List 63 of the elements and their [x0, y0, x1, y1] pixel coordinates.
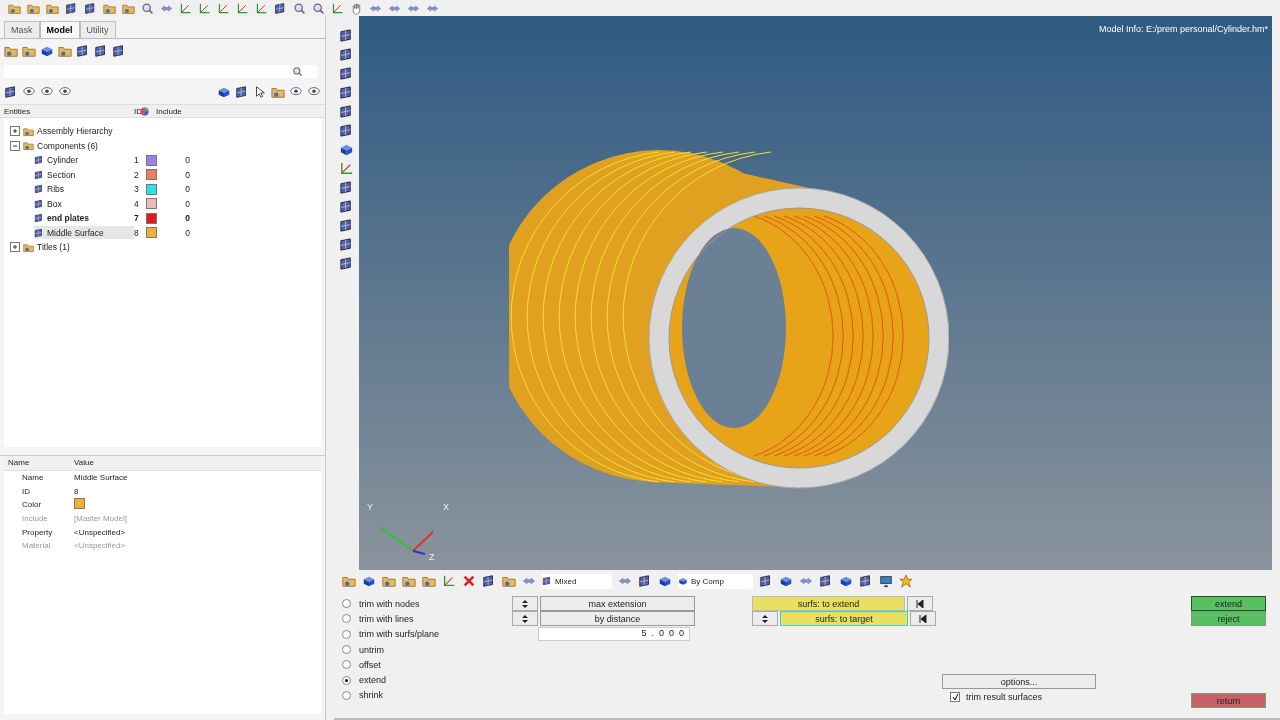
include-cell-text: 0: [184, 155, 190, 166]
property-name: Color: [21, 500, 43, 510]
property-value: 8: [74, 486, 80, 496]
axis-label: Y: [367, 502, 373, 512]
property-name: Name: [21, 473, 45, 483]
selector-dropdown[interactable]: By Comp: [678, 573, 753, 589]
radio-label[interactable]: offset: [359, 659, 381, 670]
property-name: Property: [21, 527, 54, 537]
component-item[interactable]: Section: [34, 168, 134, 182]
component-item[interactable]: Middle Surface: [34, 226, 134, 240]
collector-button[interactable]: surfs: to target: [780, 611, 908, 627]
method-button[interactable]: max extension: [540, 596, 695, 612]
method-button[interactable]: by distance: [540, 611, 695, 627]
property-value: Middle Surface: [74, 473, 129, 483]
axis-label: X: [443, 502, 449, 512]
model-viewport[interactable]: Model Info: E:/prem personal/Cylinder.hm* Y X Z: [359, 16, 1272, 570]
property-name: Include: [21, 514, 49, 524]
property-value: <Unspecified>: [74, 541, 127, 551]
panel-tab[interactable]: Utility: [79, 21, 116, 38]
property-name: ID: [21, 486, 31, 496]
id-cell-text: 4: [134, 198, 140, 209]
column-header[interactable]: Name: [4, 458, 74, 468]
radio-label[interactable]: extend: [359, 675, 387, 686]
action-button[interactable]: return: [1191, 693, 1266, 708]
column-header[interactable]: Entities: [0, 106, 130, 116]
radio-label[interactable]: trim with lines: [359, 613, 414, 624]
action-button[interactable]: extend: [1191, 596, 1266, 611]
include-cell-text: 0: [184, 198, 190, 209]
id-cell-text: 3: [134, 184, 140, 195]
model-info: Model Info: E:/prem personal/Cylinder.hm*: [1098, 24, 1268, 34]
id-cell-text: 2: [134, 169, 140, 180]
include-cell-text: 0: [184, 227, 190, 238]
distance-field[interactable]: 5.000: [538, 627, 690, 642]
component-item[interactable]: Box: [34, 197, 134, 211]
column-header[interactable]: Value: [74, 458, 321, 468]
component-item[interactable]: Ribs: [34, 182, 134, 196]
tree-item[interactable]: Components (6): [37, 140, 98, 151]
collector-button[interactable]: surfs: to extend: [752, 596, 905, 612]
radio-label[interactable]: shrink: [359, 690, 383, 701]
id-cell-text: 8: [134, 227, 140, 238]
include-cell-text: 0: [184, 169, 190, 180]
tree-item[interactable]: Titles (1): [37, 242, 70, 253]
radio-label[interactable]: trim with nodes: [359, 598, 420, 609]
axis-label: Z: [429, 552, 435, 562]
options-button[interactable]: options...: [942, 674, 1096, 689]
action-button[interactable]: reject: [1191, 611, 1266, 626]
column-header[interactable]: Include: [152, 106, 192, 116]
id-cell-text: 1: [134, 155, 140, 166]
include-cell-text: 0: [184, 184, 190, 195]
selector-dropdown[interactable]: Mixed: [542, 573, 612, 589]
property-name: Material: [21, 541, 52, 551]
include-cell-text: 0: [184, 213, 190, 224]
checkbox-label[interactable]: trim result surfaces: [966, 692, 1043, 702]
panel-tab[interactable]: Model: [39, 21, 80, 38]
component-item[interactable]: Cylinder: [34, 153, 134, 167]
tree-item[interactable]: Assembly Hierarchy: [37, 126, 113, 137]
radio-label[interactable]: trim with surfs/plane: [359, 629, 440, 640]
property-value: <Unspecified>: [74, 527, 127, 537]
radio-label[interactable]: untrim: [359, 644, 384, 655]
id-cell-text: 7: [134, 213, 140, 224]
property-value: [Master Model]: [74, 514, 128, 524]
component-item[interactable]: end plates: [34, 211, 134, 225]
panel-tab[interactable]: Mask: [4, 21, 40, 38]
